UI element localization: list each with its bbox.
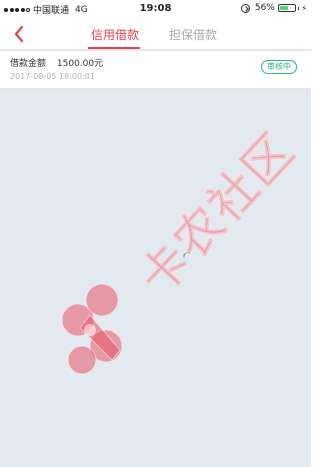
loan-amount-row: 借款金额 1500.00元 [10, 56, 103, 69]
tab-guarantee-loan[interactable]: 担保借款 [169, 26, 217, 43]
battery-cap [297, 6, 300, 10]
tab-credit-loan[interactable]: 信用借款 [91, 26, 139, 43]
watermark: 卡农社区 [50, 110, 307, 380]
chevron-left-icon[interactable] [12, 25, 26, 43]
status-badge: 审核中 [261, 60, 297, 74]
status-bar: 中国联通 4G 19:08 56% ⚡ [0, 0, 311, 18]
battery-percent: 56% [254, 3, 275, 13]
orientation-lock-icon [240, 3, 250, 13]
loan-date: 2017-08-05 18:00:01 [10, 72, 95, 81]
loan-record-item[interactable]: 借款金额 1500.00元 2017-08-05 18:00:01 审核中 [0, 51, 311, 89]
status-right: 56% ⚡ [240, 3, 307, 13]
battery-level-fill [279, 6, 288, 10]
charging-icon: ⚡ [301, 3, 307, 13]
nav-bar: 信用借款 担保借款 [0, 18, 311, 50]
loan-amount-label: 借款金额 [10, 59, 47, 69]
active-tab-indicator [88, 47, 140, 49]
app-screen: 中国联通 4G 19:08 56% ⚡ 信用借款 担保借款 借款金额 1500.… [0, 0, 311, 467]
battery-icon [277, 4, 296, 12]
loan-amount-value: 1500.00元 [56, 59, 104, 69]
